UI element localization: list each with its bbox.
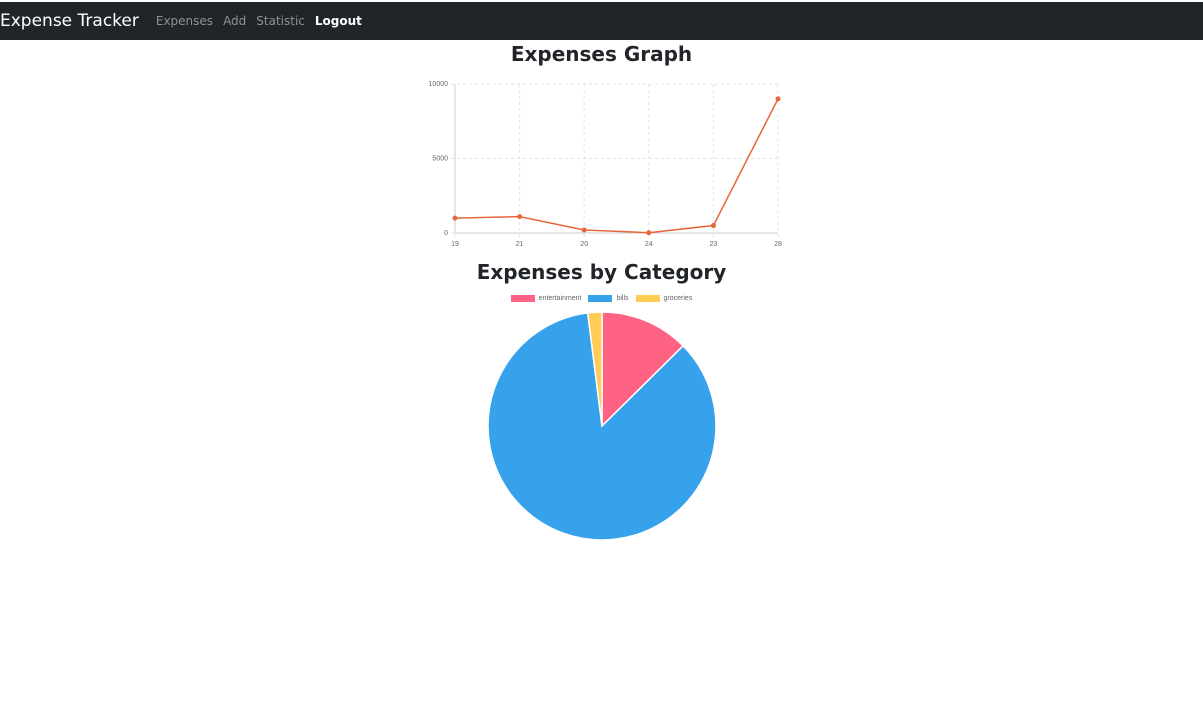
expenses-line-chart: 19 21 20 24 23 28 0 5000 10000 xyxy=(429,81,782,248)
data-point[interactable] xyxy=(452,215,458,221)
legend-swatch xyxy=(510,295,535,302)
legend-label: bills xyxy=(616,295,629,302)
pie-legend: entertainment bills groceries xyxy=(0,295,1203,302)
x-tick-label: 20 xyxy=(580,241,588,248)
data-point[interactable] xyxy=(646,230,652,236)
data-point[interactable] xyxy=(517,214,523,220)
data-point[interactable] xyxy=(775,96,781,102)
x-tick-label: 28 xyxy=(774,241,782,248)
y-tick-label: 0 xyxy=(444,230,448,237)
x-tick-label: 21 xyxy=(516,241,524,248)
y-tick-label: 5000 xyxy=(432,156,448,163)
y-tick-label: 10000 xyxy=(429,81,449,88)
expenses-by-category-title: Expenses by Category xyxy=(476,260,727,284)
x-tick-label: 24 xyxy=(645,241,653,248)
legend-item-entertainment[interactable]: entertainment xyxy=(510,295,582,302)
data-point[interactable] xyxy=(581,227,587,233)
legend-label: groceries xyxy=(663,295,693,302)
legend-item-groceries[interactable]: groceries xyxy=(635,295,693,302)
legend-label: entertainment xyxy=(538,295,582,302)
series-line xyxy=(454,98,779,234)
legend-swatch xyxy=(588,295,613,302)
x-tick-label: 19 xyxy=(451,241,459,248)
x-tick-label: 23 xyxy=(710,241,718,248)
legend-swatch xyxy=(635,295,660,302)
data-point[interactable] xyxy=(710,223,716,229)
legend-item-bills[interactable]: bills xyxy=(588,295,629,302)
